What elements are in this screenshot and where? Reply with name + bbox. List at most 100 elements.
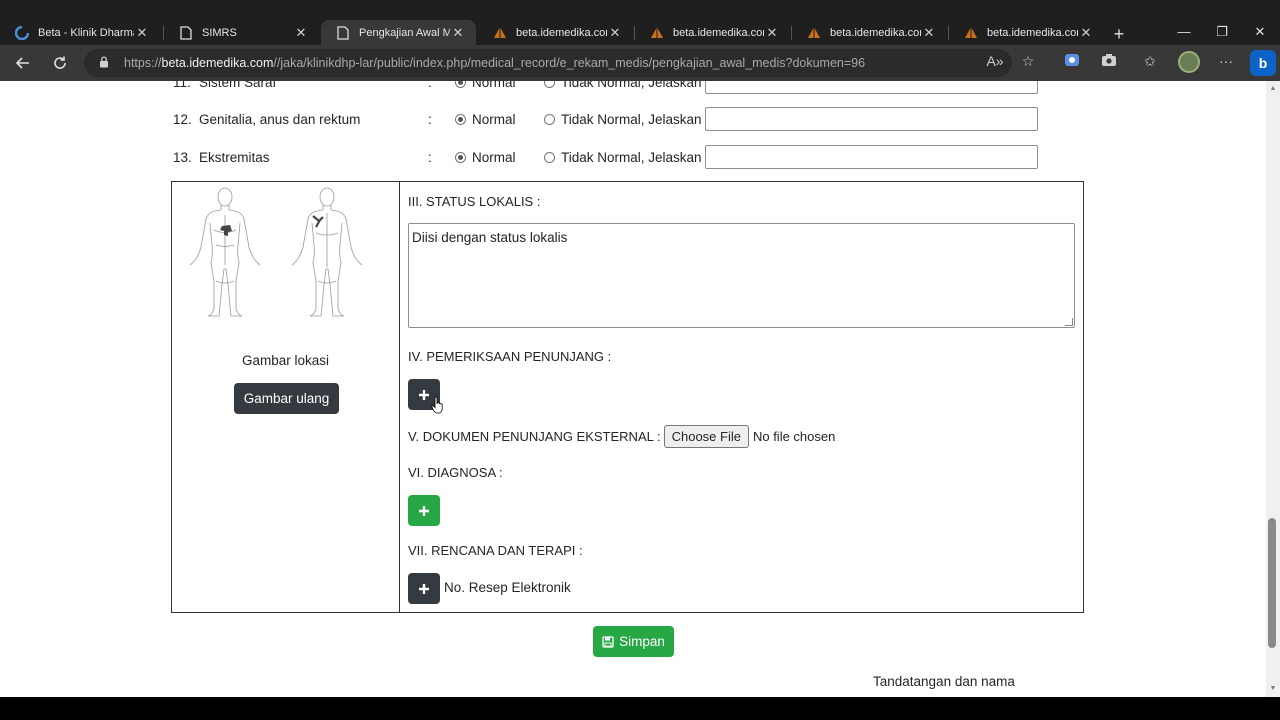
- exam-row-ekstremitas: 13. Ekstremitas : Normal Tidak Normal, J…: [173, 145, 1053, 169]
- radio-unchecked-icon[interactable]: [544, 151, 555, 163]
- row-label: Sistem Saraf: [199, 81, 277, 90]
- swirl-icon: [14, 25, 30, 41]
- more-menu-icon[interactable]: ···: [1216, 53, 1236, 69]
- abnormal-explanation-field[interactable]: [705, 107, 1038, 131]
- tab-title: beta.idemedika.com / l: [673, 27, 764, 39]
- exam-row-sistem-saraf: 11. Sistem Saraf : Normal Tidak Normal, …: [173, 81, 1053, 94]
- browser-tab[interactable]: beta.idemedika.com / l ✕: [792, 20, 947, 46]
- no-file-label: No file chosen: [752, 429, 836, 444]
- redraw-button[interactable]: Gambar ulang: [234, 383, 339, 414]
- mouse-cursor-icon: [431, 396, 443, 414]
- tab-title: SIMRS: [202, 27, 237, 39]
- minimize-icon[interactable]: —: [1174, 24, 1194, 39]
- section-diagnosa-title: VI. DIAGNOSA :: [408, 465, 503, 480]
- close-icon[interactable]: ✕: [764, 25, 780, 41]
- tab-title: beta.idemedika.com / l: [987, 27, 1078, 39]
- scrollbar-thumb[interactable]: [1268, 518, 1276, 648]
- radio-checked-icon[interactable]: [455, 151, 466, 163]
- abnormal-explanation-field[interactable]: [705, 81, 1038, 94]
- browser-tab[interactable]: beta.idemedika.com / l ✕: [635, 20, 790, 46]
- address-bar[interactable]: https://beta.idemedika.com//jaka/klinikd…: [84, 49, 1012, 77]
- close-icon[interactable]: ✕: [450, 25, 466, 41]
- close-icon[interactable]: ✕: [607, 25, 623, 41]
- radio-abnormal-label: Tidak Normal, Jelaskan :: [561, 111, 710, 127]
- row-number: 12.: [173, 111, 192, 127]
- row-label: Ekstremitas: [199, 149, 270, 165]
- row-label: Genitalia, anus dan rektum: [199, 111, 361, 127]
- browser-tab[interactable]: Beta - Klinik Dharmahu ✕: [0, 20, 160, 46]
- url-path: //jaka/klinikdhp-lar/public/index.php/me…: [273, 56, 866, 70]
- extension-icon[interactable]: [1062, 53, 1082, 70]
- body-front-diagram[interactable]: [186, 185, 264, 319]
- abnormal-explanation-field[interactable]: [705, 145, 1038, 169]
- radio-normal-label: Normal: [472, 149, 516, 165]
- window-close-icon[interactable]: ✕: [1250, 24, 1270, 40]
- browser-tab[interactable]: beta.idemedika.com / l ✕: [478, 20, 633, 46]
- back-icon[interactable]: [11, 51, 35, 75]
- body-diagram-caption: Gambar lokasi: [241, 353, 330, 368]
- lock-icon: [84, 55, 124, 71]
- scroll-down-icon[interactable]: ▼: [1266, 682, 1280, 696]
- page-content: 11. Sistem Saraf : Normal Tidak Normal, …: [0, 81, 1266, 697]
- close-icon[interactable]: ✕: [134, 25, 150, 41]
- choose-file-button[interactable]: Choose File: [663, 425, 749, 448]
- status-lokalis-value: Diisi dengan status lokalis: [412, 230, 568, 245]
- radio-normal[interactable]: Normal: [455, 112, 544, 127]
- panel-divider: [399, 182, 400, 612]
- section-dokumen-row: V. DOKUMEN PENUNJANG EKSTERNAL : Choose …: [408, 425, 835, 448]
- plus-icon: [419, 389, 429, 400]
- radio-normal[interactable]: Normal: [455, 81, 544, 90]
- tab-title: beta.idemedika.com / l: [516, 27, 607, 39]
- resize-handle-icon[interactable]: [1065, 318, 1073, 326]
- radio-normal-label: Normal: [472, 111, 516, 127]
- radio-checked-icon[interactable]: [455, 81, 466, 88]
- save-button-label: Simpan: [619, 634, 665, 649]
- read-aloud-icon[interactable]: A»: [985, 53, 1005, 69]
- refresh-icon[interactable]: [48, 51, 72, 75]
- assessment-panel: Gambar lokasi Gambar ulang III. STATUS L…: [171, 181, 1084, 613]
- favorite-star-icon[interactable]: ☆: [1018, 53, 1038, 70]
- section-penunjang-title: IV. PEMERIKSAAN PENUNJANG :: [408, 349, 612, 364]
- status-lokalis-textarea[interactable]: Diisi dengan status lokalis: [408, 223, 1075, 328]
- row-number: 11.: [173, 81, 191, 90]
- plus-icon: [419, 583, 429, 594]
- row-colon: :: [428, 81, 432, 90]
- close-icon[interactable]: ✕: [921, 25, 937, 41]
- radio-abnormal[interactable]: Tidak Normal, Jelaskan :: [544, 81, 709, 90]
- taskbar-strip: [0, 697, 1280, 720]
- camera-icon[interactable]: [1099, 53, 1119, 70]
- radio-abnormal[interactable]: Tidak Normal, Jelaskan :: [544, 112, 709, 127]
- close-icon[interactable]: ✕: [1078, 25, 1094, 41]
- favorites-icon[interactable]: ✩: [1140, 53, 1160, 70]
- radio-unchecked-icon[interactable]: [544, 81, 555, 88]
- row-colon: :: [428, 111, 432, 127]
- sailboat-icon: [806, 25, 822, 41]
- radio-checked-icon[interactable]: [455, 113, 466, 125]
- radio-abnormal-label: Tidak Normal, Jelaskan :: [561, 149, 710, 165]
- save-button[interactable]: Simpan: [593, 626, 674, 657]
- tab-title: Pengkajian Awal Medis: [359, 27, 450, 39]
- close-icon[interactable]: ✕: [293, 25, 309, 41]
- bing-chat-icon[interactable]: b: [1250, 50, 1276, 76]
- browser-tab[interactable]: beta.idemedika.com / l ✕: [949, 20, 1104, 46]
- section-rencana-title: VII. RENCANA DAN TERAPI :: [408, 543, 583, 558]
- radio-unchecked-icon[interactable]: [544, 113, 555, 125]
- browser-tab-bar: Beta - Klinik Dharmahu ✕ SIMRS ✕ Pengkaj…: [0, 0, 1280, 46]
- section-status-lokalis-title: III. STATUS LOKALIS :: [408, 194, 541, 209]
- radio-normal[interactable]: Normal: [455, 150, 544, 165]
- url-scheme: https://: [124, 56, 162, 70]
- radio-abnormal[interactable]: Tidak Normal, Jelaskan :: [544, 150, 709, 165]
- page-icon: [178, 25, 194, 41]
- add-resep-button[interactable]: [408, 573, 440, 604]
- sailboat-icon: [492, 25, 508, 41]
- add-diagnosa-button[interactable]: [408, 495, 440, 526]
- radio-abnormal-label: Tidak Normal, Jelaskan :: [561, 81, 710, 90]
- browser-tab[interactable]: SIMRS ✕: [164, 20, 319, 46]
- avatar[interactable]: [1178, 51, 1200, 73]
- section-dokumen-title: V. DOKUMEN PENUNJANG EKSTERNAL :: [408, 429, 661, 444]
- body-back-diagram[interactable]: [288, 185, 366, 319]
- new-tab-icon[interactable]: +: [1109, 24, 1129, 45]
- restore-icon[interactable]: ❐: [1212, 24, 1232, 40]
- scroll-up-icon[interactable]: ▲: [1266, 82, 1280, 96]
- browser-tab-active[interactable]: Pengkajian Awal Medis ✕: [321, 20, 476, 46]
